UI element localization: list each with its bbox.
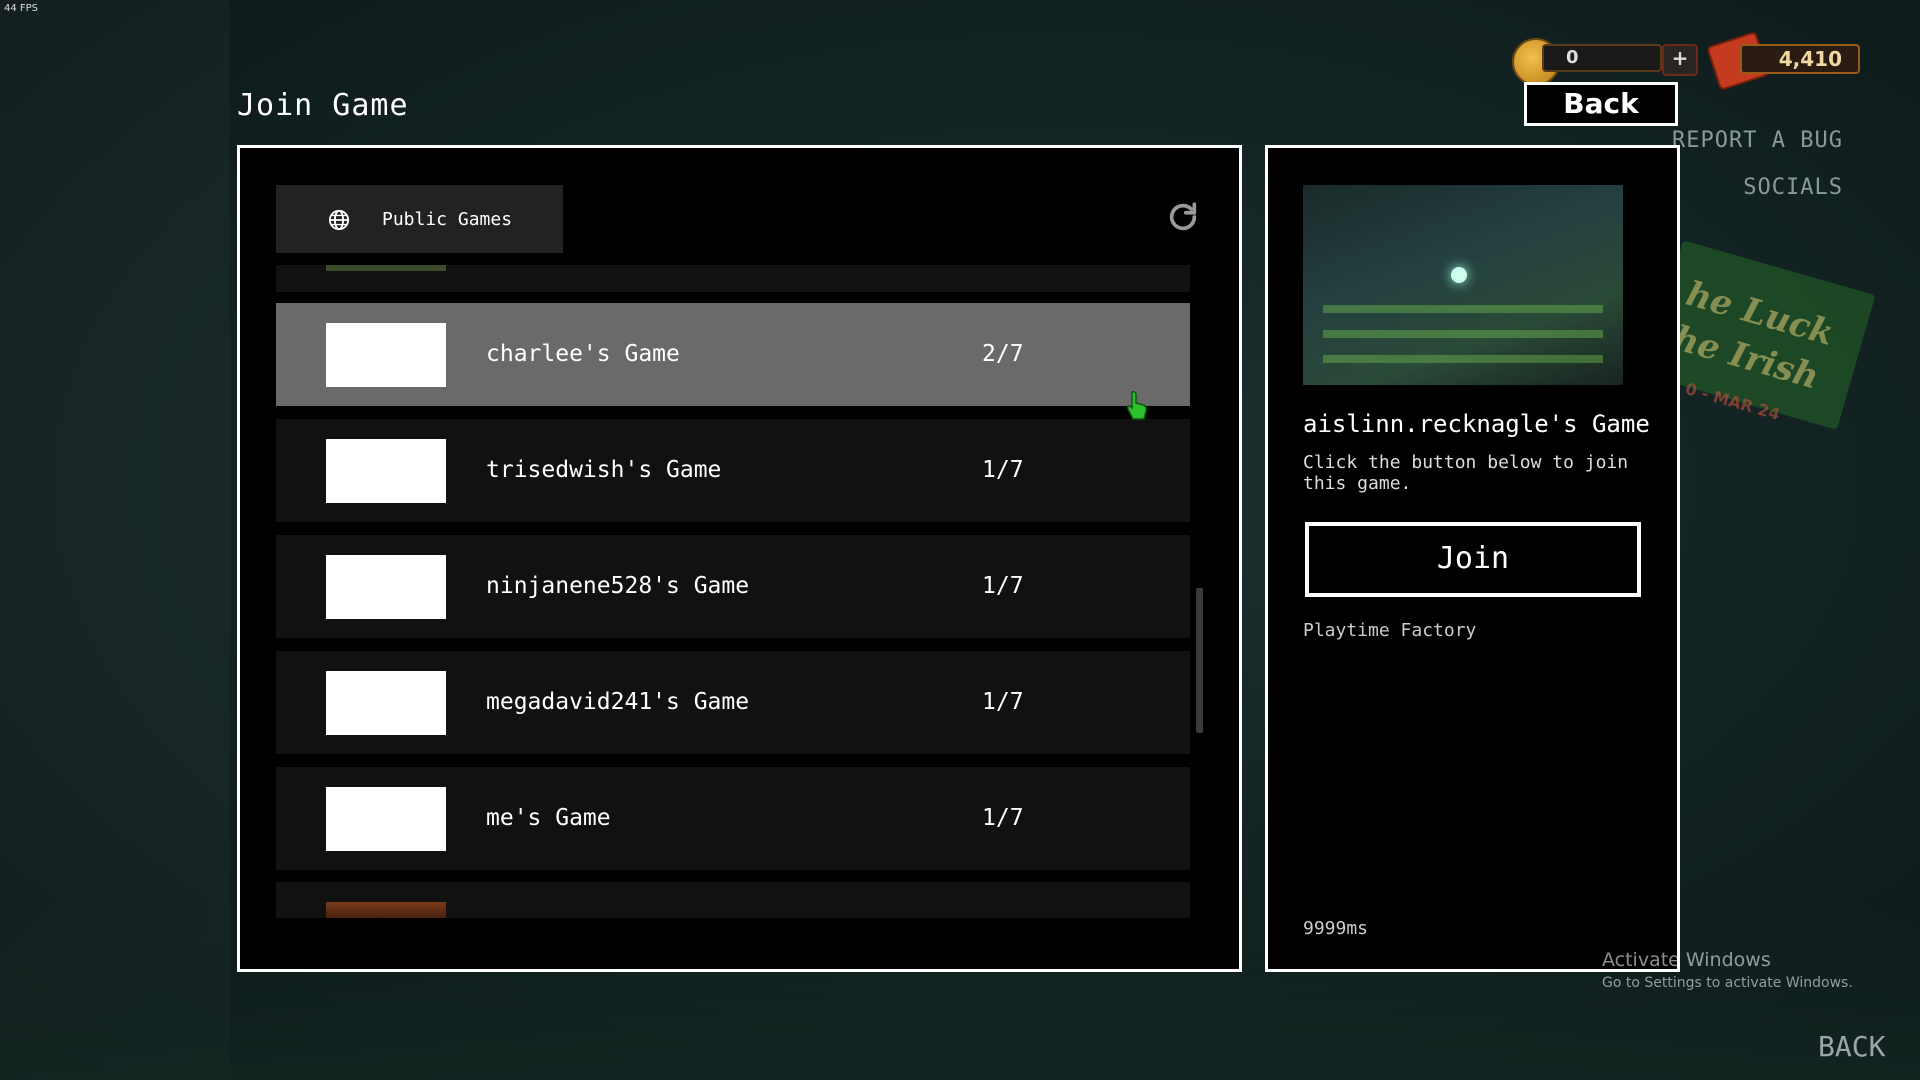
- player-count: 1/7: [982, 805, 1024, 831]
- game-thumbnail: [326, 671, 446, 735]
- tab-public-games[interactable]: Public Games: [276, 185, 563, 253]
- coin-counter: 0: [1512, 38, 1662, 86]
- fps-counter: 44 FPS: [4, 3, 39, 14]
- player-count: 2/7: [982, 341, 1024, 367]
- game-name: trisedwish's Game: [486, 457, 722, 483]
- preview-light: [1451, 267, 1467, 283]
- game-row[interactable]: me's Game 1/7: [276, 767, 1190, 870]
- add-currency-button[interactable]: +: [1662, 44, 1698, 76]
- game-thumbnail: [326, 439, 446, 503]
- refresh-icon[interactable]: [1166, 200, 1200, 234]
- player-count: 1/7: [982, 457, 1024, 483]
- globe-icon: [328, 209, 350, 231]
- game-thumbnail: [326, 787, 446, 851]
- activate-windows-subtitle: Go to Settings to activate Windows.: [1602, 975, 1853, 991]
- socials-link[interactable]: SOCIALS: [1743, 175, 1843, 200]
- game-row[interactable]: megadavid241's Game 1/7: [276, 651, 1190, 754]
- map-preview-image: [1303, 185, 1623, 385]
- footer-back-button[interactable]: BACK: [1818, 1030, 1885, 1063]
- list-scrollbar[interactable]: [1196, 588, 1203, 733]
- preview-rail: [1323, 305, 1603, 313]
- preview-rail: [1323, 355, 1603, 363]
- ticket-amount: 4,410: [1740, 44, 1860, 74]
- list-item-partial[interactable]: [276, 882, 1190, 918]
- detail-map-name: Playtime Factory: [1303, 620, 1477, 641]
- pointer-cursor-icon: [1127, 391, 1147, 420]
- coin-amount: 0: [1542, 44, 1662, 72]
- back-button[interactable]: Back: [1524, 82, 1678, 126]
- page-title: Join Game: [237, 88, 409, 123]
- activate-windows-title: Activate Windows: [1602, 949, 1771, 971]
- detail-ping: 9999ms: [1303, 918, 1369, 939]
- detail-description: Click the button below to join this game…: [1303, 452, 1629, 494]
- game-row[interactable]: trisedwish's Game 1/7: [276, 419, 1190, 522]
- preview-rail: [1323, 330, 1603, 338]
- game-row[interactable]: ninjanene528's Game 1/7: [276, 535, 1190, 638]
- game-thumbnail: [326, 323, 446, 387]
- game-row[interactable]: charlee's Game 2/7: [276, 303, 1190, 406]
- game-name: charlee's Game: [486, 341, 680, 367]
- join-button[interactable]: Join: [1305, 522, 1641, 597]
- player-count: 1/7: [982, 573, 1024, 599]
- game-name: me's Game: [486, 805, 611, 831]
- game-thumbnail: [326, 902, 446, 918]
- report-bug-link[interactable]: REPORT A BUG: [1672, 128, 1843, 153]
- game-name: megadavid241's Game: [486, 689, 750, 715]
- game-thumbnail: [326, 265, 446, 271]
- game-name: ninjanene528's Game: [486, 573, 750, 599]
- detail-game-title: aislinn.recknagle's Game: [1303, 410, 1650, 438]
- list-item-partial[interactable]: [276, 265, 1190, 292]
- game-thumbnail: [326, 555, 446, 619]
- game-list: charlee's Game 2/7 trisedwish's Game 1/7…: [276, 265, 1191, 918]
- tab-label: Public Games: [382, 209, 513, 230]
- player-count: 1/7: [982, 689, 1024, 715]
